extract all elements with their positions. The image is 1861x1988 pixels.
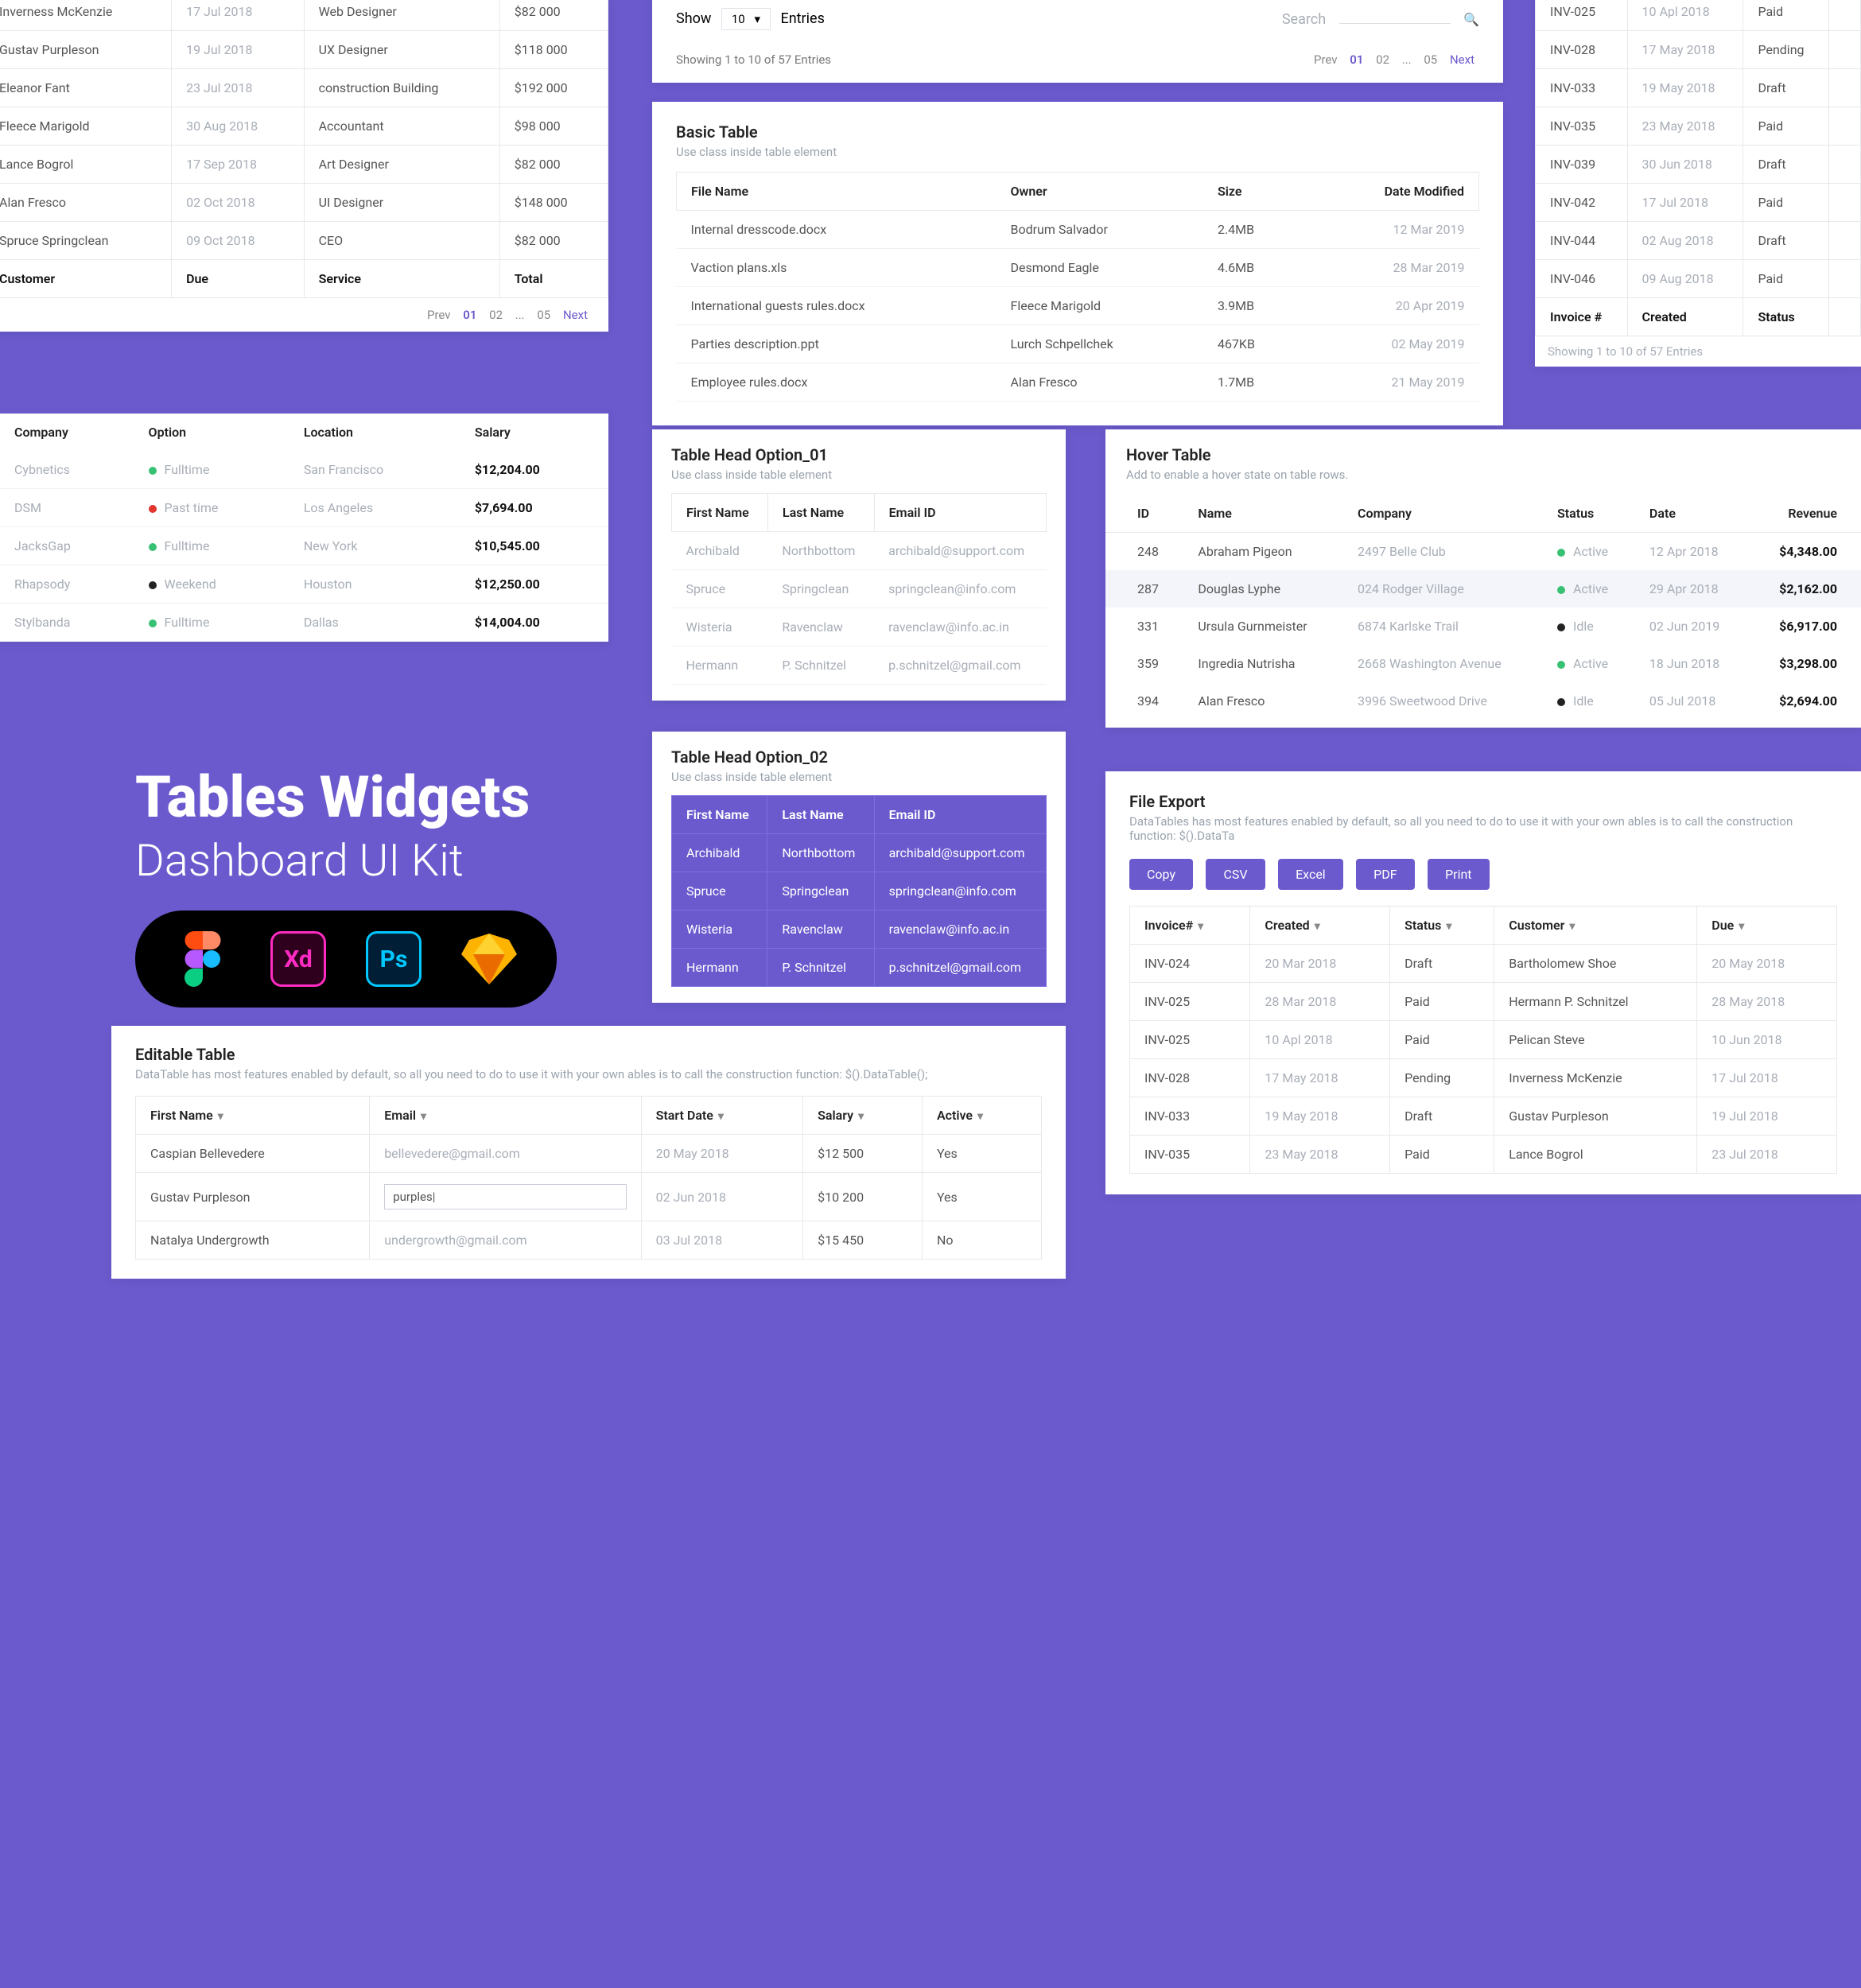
invoice-table: INV-02510 Apl 2018PaidINV-02817 May 2018…: [1535, 0, 1861, 336]
email-input[interactable]: purples|: [384, 1184, 626, 1209]
print-button[interactable]: Print: [1428, 859, 1489, 890]
excel-button[interactable]: Excel: [1278, 859, 1343, 890]
table-row[interactable]: ArchibaldNorthbottomarchibald@support.co…: [672, 834, 1047, 872]
showing-text: Showing 1 to 10 of 57 Entries: [676, 52, 831, 67]
tool-badges: Xd Ps: [135, 911, 557, 1008]
basic-table-title: Basic Table: [676, 122, 1479, 142]
table-row[interactable]: INV-03523 May 2018PaidLance Bogrol23 Jul…: [1130, 1136, 1837, 1174]
table-row[interactable]: INV-04609 Aug 2018Paid: [1536, 260, 1861, 298]
file-export-table: Invoice# Created Status Customer Due INV…: [1129, 906, 1837, 1174]
table-row[interactable]: INV-02817 May 2018PendingInverness McKen…: [1130, 1059, 1837, 1097]
table-row[interactable]: Lance Bogrol17 Sep 2018Art Designer$82 0…: [0, 146, 608, 184]
table-row[interactable]: SpruceSpringcleanspringclean@info.com: [672, 872, 1047, 911]
company-table: Company Option Location Salary Cybnetics…: [0, 414, 608, 642]
table-row[interactable]: 359Ingredia Nutrisha2668 Washington Aven…: [1105, 645, 1861, 682]
head-opt1-table: First Name Last Name Email ID ArchibaldN…: [671, 493, 1047, 685]
editable-title: Editable Table: [135, 1045, 1042, 1064]
hover-table: ID Name Company Status Date Revenue 248A…: [1105, 495, 1861, 720]
search-icon[interactable]: [1463, 11, 1479, 28]
entries-select[interactable]: 10 ▾: [721, 8, 771, 30]
table-row[interactable]: HermannP. Schnitzelp.schnitzel@gmail.com: [672, 646, 1047, 685]
pagination[interactable]: Prev 01 02 ... 05 Next: [0, 298, 608, 332]
table-row[interactable]: 287Douglas Lyphe024 Rodger VillageActive…: [1105, 570, 1861, 608]
file-export-title: File Export: [1129, 792, 1837, 811]
show-entries: Show 10 ▾ Entries: [676, 8, 825, 30]
table-row[interactable]: INV-04217 Jul 2018Paid: [1536, 184, 1861, 222]
table-row[interactable]: Caspian Bellevederebellevedere@gmail.com…: [136, 1135, 1042, 1173]
table-row[interactable]: Internal dresscode.docxBodrum Salvador2.…: [677, 211, 1479, 249]
table-row[interactable]: CybneticsFulltimeSan Francisco$12,204.00: [0, 451, 608, 489]
table-row[interactable]: Spruce Springclean09 Oct 2018CEO$82 000: [0, 222, 608, 260]
editable-table: First Name Email Start Date Salary Activ…: [135, 1096, 1042, 1260]
table-row[interactable]: INV-02510 Apl 2018Paid: [1536, 0, 1861, 31]
table-row[interactable]: INV-02528 Mar 2018PaidHermann P. Schnitz…: [1130, 983, 1837, 1021]
table-row[interactable]: Employee rules.docxAlan Fresco1.7MB21 Ma…: [677, 363, 1479, 402]
table-row[interactable]: INV-03523 May 2018Paid: [1536, 107, 1861, 146]
pdf-button[interactable]: PDF: [1356, 859, 1414, 890]
table-row[interactable]: HermannP. Schnitzelp.schnitzel@gmail.com: [672, 949, 1047, 987]
sketch-icon: [461, 931, 517, 987]
export-buttons: Copy CSV Excel PDF Print: [1129, 859, 1837, 890]
figma-icon: [175, 931, 231, 987]
table-row[interactable]: SpruceSpringcleanspringclean@info.com: [672, 570, 1047, 608]
table-row[interactable]: DSMPast timeLos Angeles$7,694.00: [0, 489, 608, 527]
table-row[interactable]: Vaction plans.xlsDesmond Eagle4.6MB28 Ma…: [677, 249, 1479, 287]
table-row[interactable]: Inverness McKenzie17 Jul 2018Web Designe…: [0, 0, 608, 31]
table-row[interactable]: ArchibaldNorthbottomarchibald@support.co…: [672, 532, 1047, 570]
table-row[interactable]: International guests rules.docxFleece Ma…: [677, 287, 1479, 325]
customer-table: Inverness McKenzie17 Jul 2018Web Designe…: [0, 0, 608, 298]
table-row[interactable]: INV-04402 Aug 2018Draft: [1536, 222, 1861, 260]
table-row[interactable]: Fleece Marigold30 Aug 2018Accountant$98 …: [0, 107, 608, 146]
table-row[interactable]: 248Abraham Pigeon2497 Belle ClubActive12…: [1105, 533, 1861, 571]
xd-icon: Xd: [270, 931, 326, 987]
table-row[interactable]: 331Ursula Gurnmeister6874 Karlske TrailI…: [1105, 608, 1861, 645]
table-row[interactable]: WisteriaRavenclawravenclaw@info.ac.in: [672, 911, 1047, 949]
head-opt2-table: First Name Last Name Email ID ArchibaldN…: [671, 795, 1047, 987]
search-box[interactable]: Search: [1282, 11, 1479, 28]
table-row[interactable]: INV-02420 Mar 2018DraftBartholomew Shoe2…: [1130, 945, 1837, 983]
table-row[interactable]: RhapsodyWeekendHouston$12,250.00: [0, 565, 608, 604]
head-opt1-title: Table Head Option_01: [671, 445, 1047, 464]
table-row[interactable]: StylbandaFulltimeDallas$14,004.00: [0, 604, 608, 642]
hover-title: Hover Table: [1126, 445, 1840, 464]
ps-icon: Ps: [366, 931, 422, 987]
table-row[interactable]: Parties description.pptLurch Schpellchek…: [677, 325, 1479, 363]
table-row[interactable]: INV-02510 Apl 2018PaidPelican Steve10 Ju…: [1130, 1021, 1837, 1059]
table-row[interactable]: INV-03930 Jun 2018Draft: [1536, 146, 1861, 184]
copy-button[interactable]: Copy: [1129, 859, 1193, 890]
table-row[interactable]: INV-03319 May 2018DraftGustav Purpleson1…: [1130, 1097, 1837, 1136]
table-row[interactable]: INV-03319 May 2018Draft: [1536, 69, 1861, 107]
table-row[interactable]: Gustav Purplesonpurples|02 Jun 2018$10 2…: [136, 1173, 1042, 1221]
head-opt2-title: Table Head Option_02: [671, 747, 1047, 767]
table-row[interactable]: Gustav Purpleson19 Jul 2018UX Designer$1…: [0, 31, 608, 69]
table-row[interactable]: WisteriaRavenclawravenclaw@info.ac.in: [672, 608, 1047, 646]
table-row[interactable]: Eleanor Fant23 Jul 2018construction Buil…: [0, 69, 608, 107]
table-row[interactable]: Alan Fresco02 Oct 2018UI Designer$148 00…: [0, 184, 608, 222]
pagination-top[interactable]: Prev 01 02 ... 05 Next: [1309, 52, 1479, 67]
csv-button[interactable]: CSV: [1206, 859, 1265, 890]
table-row[interactable]: INV-02817 May 2018Pending: [1536, 31, 1861, 69]
table-row[interactable]: JacksGapFulltimeNew York$10,545.00: [0, 527, 608, 565]
promo-block: Tables Widgets Dashboard UI Kit Xd Ps: [135, 763, 557, 1008]
table-row[interactable]: 394Alan Fresco3996 Sweetwood DriveIdle05…: [1105, 682, 1861, 720]
basic-table: File Name Owner Size Date Modified Inter…: [676, 172, 1479, 402]
